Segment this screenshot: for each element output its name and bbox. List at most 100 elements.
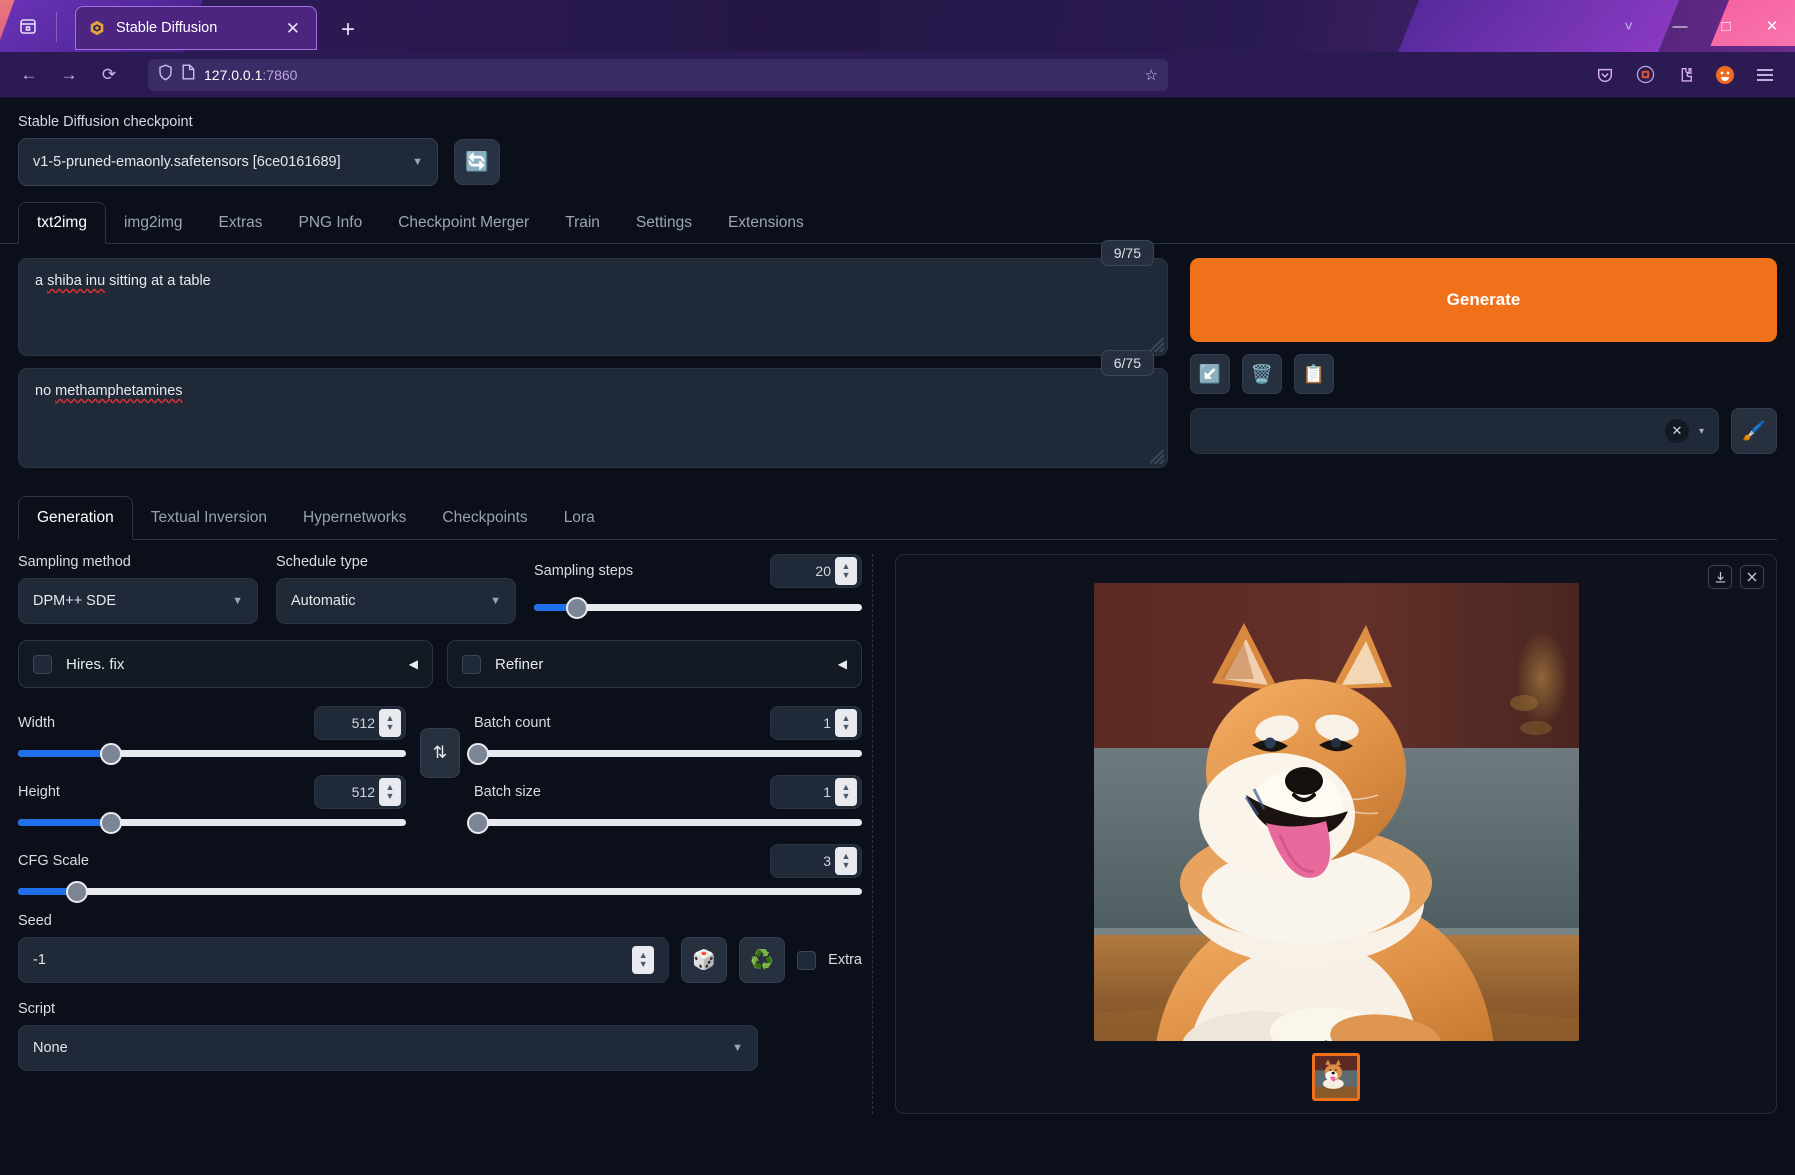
firefox-view-button[interactable] [0,0,56,52]
batch-count-numberbox[interactable]: 1 ▲ ▼ [770,706,862,740]
stepper-icon[interactable]: ▲ ▼ [632,946,655,974]
checkpoint-dropdown[interactable]: v1-5-pruned-emaonly.safetensors [6ce0161… [18,138,438,186]
close-icon[interactable]: ✕ [282,18,304,39]
negative-prompt-input[interactable]: no methamphetamines [18,368,1168,468]
tab-extras[interactable]: Extras [201,203,281,243]
resize-grip[interactable] [1150,450,1164,464]
refresh-checkpoints-button[interactable]: 🔄 [454,139,500,185]
pocket-icon[interactable] [1587,58,1623,92]
window-minimize-button[interactable]: — [1657,0,1703,52]
result-thumbnail[interactable] [1312,1053,1360,1101]
reload-icon[interactable]: ⟳ [92,58,126,92]
stepper-icon[interactable]: ▲ ▼ [379,709,401,737]
subtab-textual-inversion[interactable]: Textual Inversion [133,497,285,539]
styles-dropdown[interactable]: ✕ ▾ [1190,408,1719,454]
stepper-icon[interactable]: ▲ ▼ [835,709,857,737]
hires-fix-accordion[interactable]: Hires. fix ◀ [18,640,433,688]
hires-fix-label: Hires. fix [66,655,125,673]
height-value: 512 [351,784,375,800]
tab-img2img[interactable]: img2img [106,203,201,243]
result-thumbnail-strip [1312,1053,1360,1101]
subtab-lora[interactable]: Lora [546,497,613,539]
subtab-checkpoints[interactable]: Checkpoints [424,497,545,539]
schedule-type-dropdown[interactable]: Automatic ▼ [276,578,516,624]
clear-styles-icon[interactable]: ✕ [1664,419,1689,443]
expand-arrow-icon[interactable]: ◀ [409,657,418,671]
swap-dimensions-wrapper: ⇅ [420,706,460,778]
stepper-icon[interactable]: ▲ ▼ [835,778,857,806]
batch-size-slider[interactable] [466,811,862,834]
seed-input[interactable]: -1 ▲ ▼ [18,937,670,983]
chevron-down-icon[interactable]: ˅ [1600,18,1657,35]
height-slider[interactable] [18,811,406,834]
account-avatar-icon[interactable] [1707,58,1743,92]
subtab-generation[interactable]: Generation [18,496,133,540]
sampling-method-label: Sampling method [18,554,131,570]
back-arrow-icon[interactable]: ← [12,58,46,92]
url-bar[interactable]: 127.0.0.1:7860 ☆ [148,58,1168,91]
tab-png-info[interactable]: PNG Info [280,203,380,243]
extension-icon[interactable] [1667,58,1703,92]
plus-icon[interactable]: + [333,16,363,44]
resize-grip[interactable] [1150,338,1164,352]
batch-count-slider[interactable] [466,742,862,765]
shield-icon [158,63,173,86]
batch-count-label: Batch count [474,715,551,731]
hires-fix-checkbox[interactable] [33,654,52,674]
restore-progress-button[interactable]: ↙️ [1190,354,1230,394]
tab-extensions[interactable]: Extensions [710,203,822,243]
sampling-steps-slider[interactable] [534,596,862,619]
tab-train[interactable]: Train [547,203,618,243]
extra-seed-checkbox[interactable] [797,950,817,970]
star-icon[interactable]: ☆ [1145,66,1158,84]
cfg-scale-numberbox[interactable]: 3 ▲ ▼ [770,844,862,878]
swap-width-height-button[interactable]: ⇅ [420,728,460,778]
sampling-steps-label: Sampling steps [534,563,634,579]
positive-prompt-text: a shiba inu sitting at a table [35,273,211,289]
expand-arrow-icon[interactable]: ◀ [838,657,847,671]
width-numberbox[interactable]: 512 ▲ ▼ [314,706,406,740]
seed-value: -1 [33,952,46,968]
script-dropdown[interactable]: None ▼ [18,1025,758,1071]
width-slider[interactable] [18,742,406,765]
prompt-and-actions-row: 9/75 a shiba inu sitting at a table 6/75… [0,240,1795,480]
window-close-button[interactable]: ✕ [1749,0,1795,52]
tab-checkpoint-merger[interactable]: Checkpoint Merger [380,203,547,243]
paste-button[interactable]: 📋 [1294,354,1334,394]
positive-prompt-input[interactable]: a shiba inu sitting at a table [18,258,1168,356]
hamburger-menu-icon[interactable] [1747,58,1783,92]
subtab-hypernetworks[interactable]: Hypernetworks [285,497,424,539]
forward-arrow-icon[interactable]: → [52,58,86,92]
tab-txt2img[interactable]: txt2img [18,202,106,244]
refiner-checkbox[interactable] [462,654,481,674]
chevron-down-icon: ▼ [232,595,243,607]
generate-button[interactable]: Generate [1190,258,1777,342]
stepper-icon[interactable]: ▲ ▼ [835,847,857,875]
schedule-type-field: Schedule type Automatic ▼ [276,554,516,624]
sampling-method-dropdown[interactable]: DPM++ SDE ▼ [18,578,258,624]
batch-size-label: Batch size [474,784,541,800]
sampling-steps-numberbox[interactable]: 20 ▲ ▼ [770,554,862,588]
apply-styles-button[interactable]: 🖌️ [1731,408,1777,454]
tab-settings[interactable]: Settings [618,203,710,243]
dimensions-group: Width 512 ▲ ▼ Height 512 ▲ ▼ [18,706,406,834]
container-icon[interactable] [1627,58,1663,92]
batch-size-numberbox[interactable]: 1 ▲ ▼ [770,775,862,809]
stepper-icon[interactable]: ▲ ▼ [835,557,857,585]
window-maximize-button[interactable]: □ [1703,0,1749,52]
sampling-steps-value: 20 [815,563,831,579]
cfg-scale-slider[interactable] [18,880,862,903]
close-icon[interactable] [1740,565,1764,589]
clear-prompt-button[interactable]: 🗑️ [1242,354,1282,394]
height-numberbox[interactable]: 512 ▲ ▼ [314,775,406,809]
negative-prompt-text: no methamphetamines [35,383,183,399]
prompt-tool-row: ↙️ 🗑️ 📋 [1190,354,1777,394]
stepper-icon[interactable]: ▲ ▼ [379,778,401,806]
reuse-seed-button[interactable]: ♻️ [739,937,786,983]
generated-image[interactable] [1093,583,1579,1041]
browser-tab-stable-diffusion[interactable]: Stable Diffusion ✕ [75,6,317,50]
random-seed-button[interactable]: 🎲 [681,937,728,983]
download-icon[interactable] [1708,565,1732,589]
refiner-accordion[interactable]: Refiner ◀ [447,640,862,688]
seed-field: Seed -1 ▲ ▼ 🎲 ♻️ Extra [18,913,862,983]
